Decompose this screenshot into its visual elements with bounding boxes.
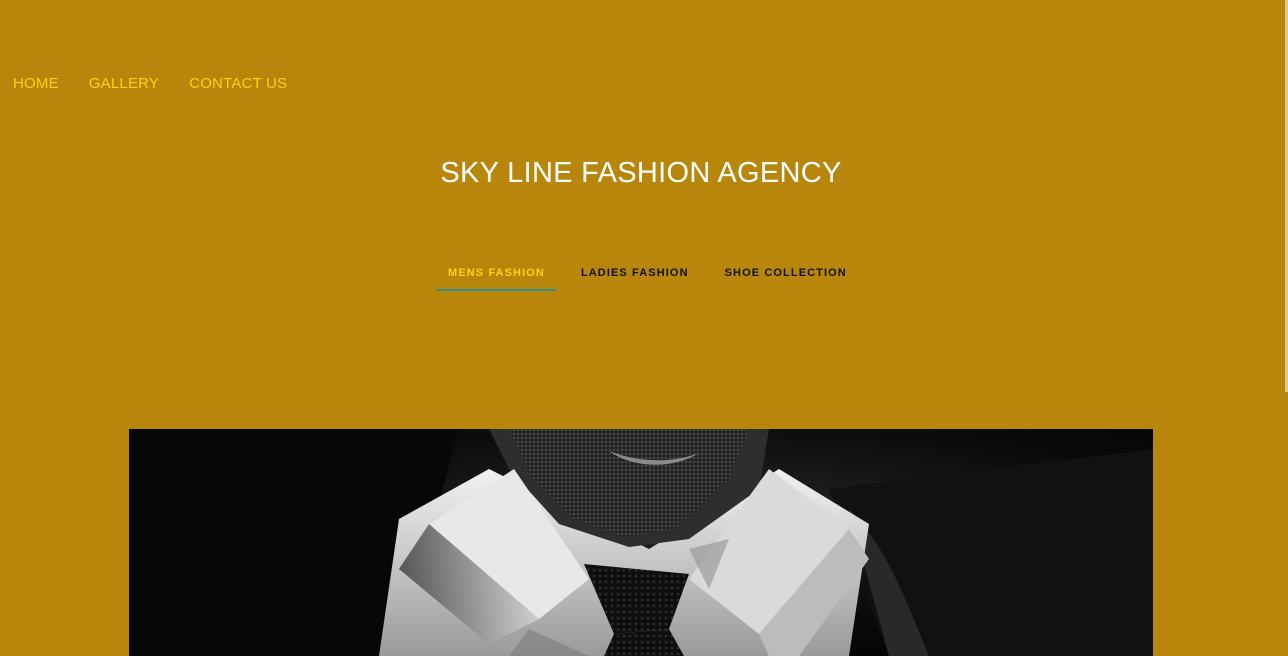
top-nav: HOME GALLERY CONTACT US: [13, 75, 287, 93]
nav-link-gallery[interactable]: GALLERY: [89, 75, 159, 93]
nav-link-contact-us[interactable]: CONTACT US: [189, 75, 287, 93]
category-tabs: MENS FASHION LADIES FASHION SHOE COLLECT…: [437, 264, 872, 291]
site-title: SKY LINE FASHION AGENCY: [440, 157, 842, 189]
tab-ladies-fashion[interactable]: LADIES FASHION: [570, 264, 700, 291]
nav-link-home[interactable]: HOME: [13, 75, 59, 93]
page: HOME GALLERY CONTACT US SKY LINE FASHION…: [0, 0, 1288, 656]
tab-shoe-collection[interactable]: SHOE COLLECTION: [714, 264, 858, 291]
hero-image: [129, 429, 1153, 656]
tab-mens-fashion[interactable]: MENS FASHION: [437, 264, 556, 291]
man-portrait-image: [129, 429, 1153, 656]
